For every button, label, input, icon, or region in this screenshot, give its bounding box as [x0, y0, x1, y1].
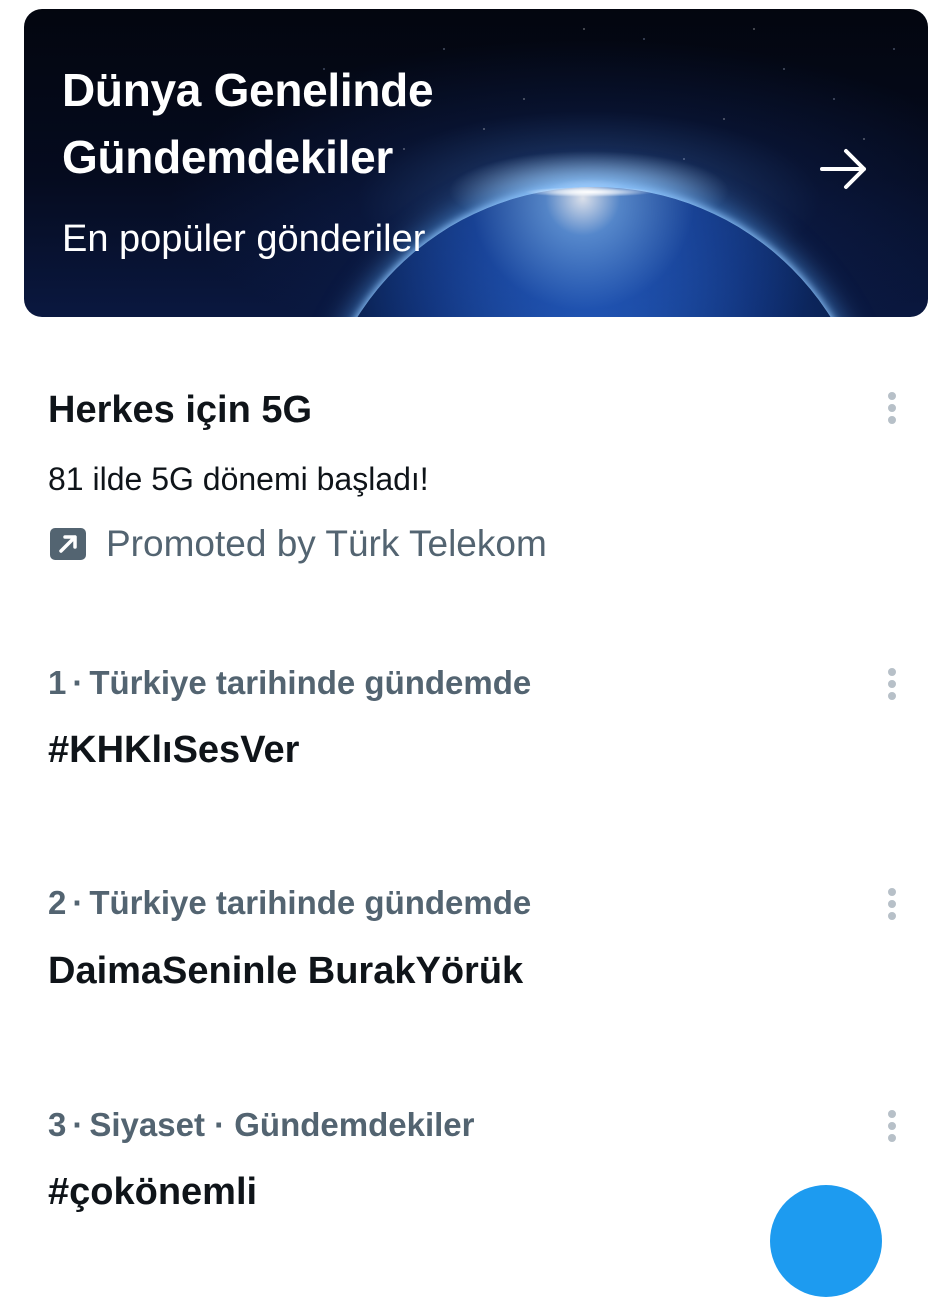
- more-vertical-icon[interactable]: [878, 664, 906, 704]
- trend-rank: 2: [48, 884, 67, 921]
- promoted-trend[interactable]: Herkes için 5G 81 ilde 5G dönemi başladı…: [0, 380, 952, 580]
- banner-title-line-2: Gündemdekiler: [62, 131, 393, 183]
- trend-item[interactable]: 1 · Türkiye tarihinde gündemde #KHKlıSesVe…: [0, 660, 952, 790]
- trend-separator: ·: [72, 664, 84, 701]
- promoted-arrow-icon: [50, 528, 86, 560]
- trend-name: DaimaSeninle BurakYörük: [48, 950, 524, 992]
- more-vertical-icon[interactable]: [878, 884, 906, 924]
- trend-category: Türkiye tarihinde gündemde: [89, 664, 532, 701]
- trend-context: 1 · Türkiye tarihinde gündemde: [48, 661, 531, 705]
- banner-subtitle: En popüler gönderiler: [62, 218, 426, 260]
- trend-item[interactable]: 3 · Siyaset · Gündemdekiler #çokönemli: [0, 1102, 952, 1213]
- more-vertical-icon[interactable]: [878, 388, 906, 428]
- trend-rank: 1: [48, 664, 67, 701]
- banner-title: Dünya Genelinde Gündemdekiler: [62, 57, 582, 191]
- trend-separator: ·: [72, 884, 84, 921]
- trend-context: 3 · Siyaset · Gündemdekiler: [48, 1103, 475, 1147]
- promoted-label-row: Promoted by Türk Telekom: [48, 520, 547, 568]
- trend-separator: ·: [72, 1106, 84, 1143]
- promoted-trend-title: Herkes için 5G: [48, 389, 313, 431]
- more-vertical-icon[interactable]: [878, 1106, 906, 1146]
- trend-name: #çokönemli: [48, 1171, 258, 1213]
- banner-title-line-1: Dünya Genelinde: [62, 64, 434, 116]
- compose-button[interactable]: [770, 1185, 882, 1297]
- trend-name: #KHKlıSesVer: [48, 729, 300, 771]
- worldwide-trends-banner[interactable]: Dünya Genelinde Gündemdekiler En popüler…: [24, 9, 928, 317]
- trend-category: Siyaset · Gündemdekiler: [89, 1106, 475, 1143]
- trend-rank: 3: [48, 1106, 67, 1143]
- promoted-trend-description: 81 ilde 5G dönemi başladı!: [48, 461, 429, 497]
- trend-item[interactable]: 2 · Türkiye tarihinde gündemde DaimaSeninl…: [0, 880, 952, 1010]
- promoted-by-label: Promoted by Türk Telekom: [106, 523, 547, 564]
- trend-context: 2 · Türkiye tarihinde gündemde: [48, 881, 531, 925]
- trend-category: Türkiye tarihinde gündemde: [89, 884, 532, 921]
- arrow-right-icon[interactable]: [816, 141, 872, 197]
